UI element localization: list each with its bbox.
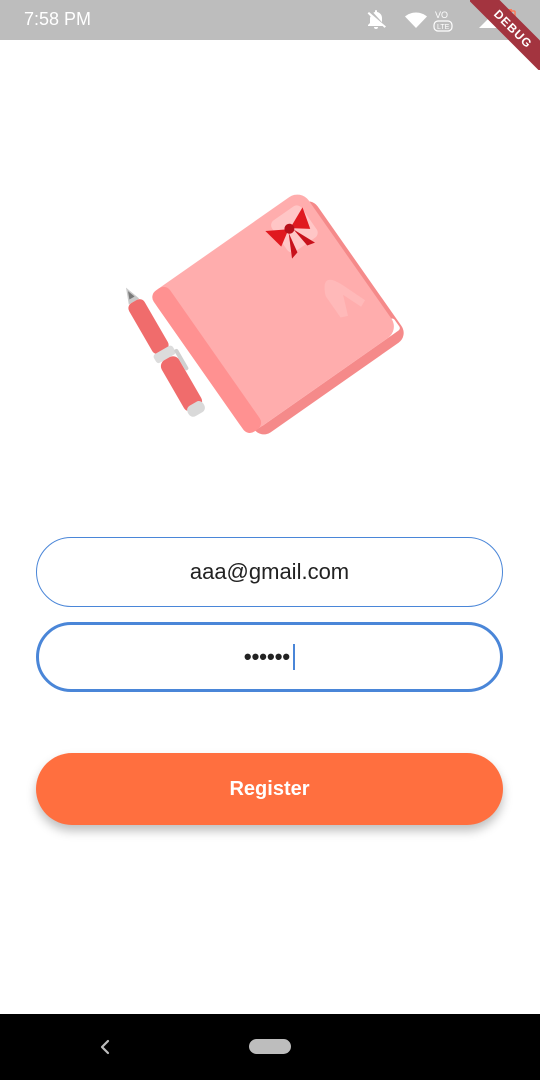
back-icon[interactable]	[93, 1035, 117, 1059]
email-field[interactable]: aaa@gmail.com	[36, 537, 503, 607]
password-field[interactable]: ••••••	[36, 622, 503, 692]
register-label: Register	[229, 777, 310, 800]
text-cursor	[293, 644, 296, 670]
status-bar: 7:58 PM VO LTE	[0, 0, 540, 40]
notebook-and-pen-illustration	[100, 170, 440, 460]
wifi-icon	[404, 8, 428, 32]
volte-icon: VO LTE	[433, 8, 455, 32]
email-value: aaa@gmail.com	[189, 559, 350, 584]
home-pill[interactable]	[249, 1039, 291, 1054]
notifications-off-icon	[365, 8, 387, 32]
svg-text:VO: VO	[435, 10, 448, 20]
password-value: ••••••	[243, 644, 291, 669]
debug-label: DEBUG	[470, 0, 540, 70]
navigation-bar	[0, 1014, 540, 1080]
register-button[interactable]: Register	[36, 753, 503, 825]
status-time: 7:58 PM	[24, 9, 92, 29]
svg-text:LTE: LTE	[437, 24, 450, 31]
debug-banner: DEBUG	[470, 0, 540, 70]
